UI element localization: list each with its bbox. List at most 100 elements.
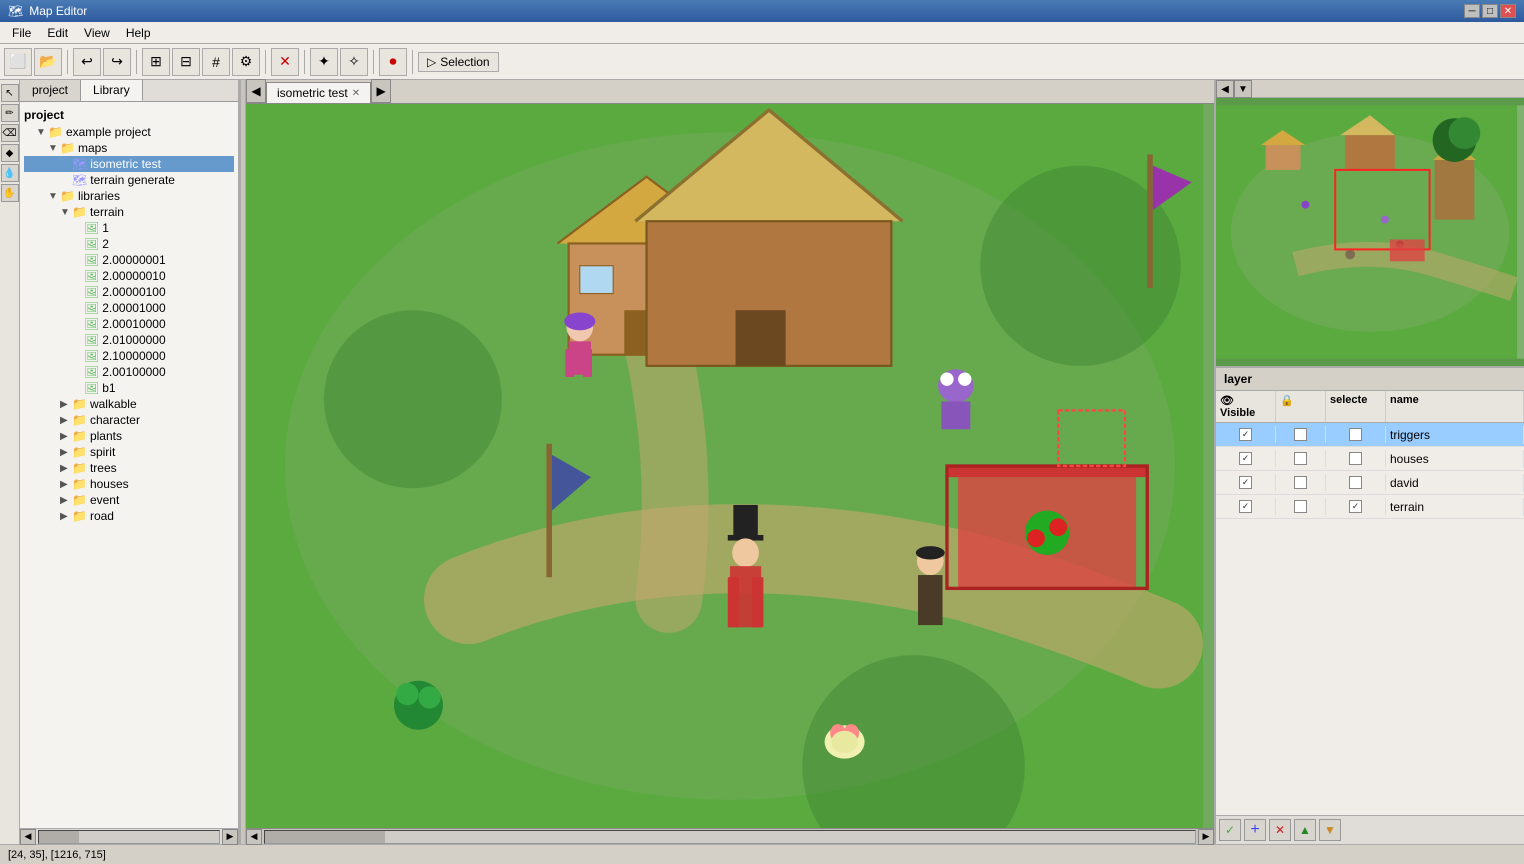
visible-checkbox-triggers[interactable] <box>1239 428 1252 441</box>
tree-item-t4[interactable]: 🖼 2.00000010 <box>24 268 234 284</box>
scroll-track[interactable] <box>38 830 220 844</box>
tree-item-maps[interactable]: ▼ 📁 maps <box>24 140 234 156</box>
layer-visible-houses[interactable] <box>1216 450 1276 467</box>
toolbar-move1[interactable]: ✦ <box>310 48 338 76</box>
menu-help[interactable]: Help <box>118 24 159 42</box>
menu-file[interactable]: File <box>4 24 39 42</box>
scroll-right[interactable]: ▶ <box>222 829 238 845</box>
toolbar-undo[interactable]: ↩ <box>73 48 101 76</box>
tree-item-trees[interactable]: ▶ 📁 trees <box>24 460 234 476</box>
map-hscroll-track[interactable] <box>264 830 1196 844</box>
layer-row-david[interactable]: david <box>1216 471 1524 495</box>
map-hscroll-left[interactable]: ◀ <box>246 829 262 845</box>
map-nav-left[interactable]: ◀ <box>246 79 266 103</box>
layer-select-houses[interactable] <box>1326 450 1386 467</box>
visible-checkbox-david[interactable] <box>1239 476 1252 489</box>
tree-item-plants[interactable]: ▶ 📁 plants <box>24 428 234 444</box>
toolbar-grid1[interactable]: ⊞ <box>142 48 170 76</box>
tree-item-t3[interactable]: 🖼 2.00000001 <box>24 252 234 268</box>
toolbar-hash[interactable]: # <box>202 48 230 76</box>
select-checkbox-terrain[interactable] <box>1349 500 1362 513</box>
layer-add-button[interactable]: + <box>1244 819 1266 841</box>
layer-select-triggers[interactable] <box>1326 426 1386 443</box>
select-checkbox-houses[interactable] <box>1349 452 1362 465</box>
minimap-arrow-down[interactable]: ▼ <box>1234 80 1252 98</box>
minimize-button[interactable]: ─ <box>1464 4 1480 18</box>
tree-item-terrain-generate[interactable]: 🗺 terrain generate <box>24 172 234 188</box>
tool-eraser[interactable]: ⌫ <box>1 124 19 142</box>
tree-item-road[interactable]: ▶ 📁 road <box>24 508 234 524</box>
minimap-arrow-left[interactable]: ◀ <box>1216 80 1234 98</box>
layer-delete-button[interactable]: ✕ <box>1269 819 1291 841</box>
menu-view[interactable]: View <box>76 24 118 42</box>
tree-item-t2[interactable]: 🖼 2 <box>24 236 234 252</box>
tool-select[interactable]: ↖ <box>1 84 19 102</box>
menu-edit[interactable]: Edit <box>39 24 76 42</box>
tree-item-t7[interactable]: 🖼 2.00010000 <box>24 316 234 332</box>
layer-row-triggers[interactable]: triggers <box>1216 423 1524 447</box>
tree-item-t8[interactable]: 🖼 2.01000000 <box>24 332 234 348</box>
map-tab-isometric[interactable]: isometric test ✕ <box>266 82 371 103</box>
layer-select-david[interactable] <box>1326 474 1386 491</box>
layer-checkall-button[interactable]: ✓ <box>1219 819 1241 841</box>
layer-row-houses[interactable]: houses <box>1216 447 1524 471</box>
layer-visible-terrain[interactable] <box>1216 498 1276 515</box>
tree-item-example-project[interactable]: ▼ 📁 example project <box>24 124 234 140</box>
lock-checkbox-triggers[interactable] <box>1294 428 1307 441</box>
toolbar-grid2[interactable]: ⊟ <box>172 48 200 76</box>
layer-lock-terrain[interactable] <box>1276 498 1326 515</box>
tab-library[interactable]: Library <box>81 80 143 101</box>
tree-item-walkable[interactable]: ▶ 📁 walkable <box>24 396 234 412</box>
visible-checkbox-houses[interactable] <box>1239 452 1252 465</box>
tree-item-t5[interactable]: 🖼 2.00000100 <box>24 284 234 300</box>
layer-lock-houses[interactable] <box>1276 450 1326 467</box>
toolbar-settings[interactable]: ⚙ <box>232 48 260 76</box>
layer-lock-david[interactable] <box>1276 474 1326 491</box>
layer-visible-david[interactable] <box>1216 474 1276 491</box>
close-button[interactable]: ✕ <box>1500 4 1516 18</box>
toolbar-move2[interactable]: ✧ <box>340 48 368 76</box>
tree-item-terrain-folder[interactable]: ▼ 📁 terrain <box>24 204 234 220</box>
lock-checkbox-terrain[interactable] <box>1294 500 1307 513</box>
tree-item-character[interactable]: ▶ 📁 character <box>24 412 234 428</box>
toolbar-record[interactable]: ⏺ <box>379 48 407 76</box>
select-checkbox-david[interactable] <box>1349 476 1362 489</box>
layer-lock-triggers[interactable] <box>1276 426 1326 443</box>
layer-select-terrain[interactable] <box>1326 498 1386 515</box>
toolbar-open[interactable]: 📂 <box>34 48 62 76</box>
layer-visible-triggers[interactable] <box>1216 426 1276 443</box>
layer-moveup-button[interactable]: ▲ <box>1294 819 1316 841</box>
map-canvas[interactable] <box>246 104 1214 828</box>
tree-item-houses[interactable]: ▶ 📁 houses <box>24 476 234 492</box>
tree-item-t10[interactable]: 🖼 2.00100000 <box>24 364 234 380</box>
toolbar-selection[interactable]: ▷ Selection <box>418 52 499 72</box>
visible-checkbox-terrain[interactable] <box>1239 500 1252 513</box>
tree-item-event[interactable]: ▶ 📁 event <box>24 492 234 508</box>
layer-row-terrain[interactable]: terrain <box>1216 495 1524 519</box>
tree-item-spirit[interactable]: ▶ 📁 spirit <box>24 444 234 460</box>
tab-project[interactable]: project <box>20 80 81 101</box>
tree-item-t1[interactable]: 🖼 1 <box>24 220 234 236</box>
map-hscroll-right[interactable]: ▶ <box>1198 829 1214 845</box>
toolbar-delete[interactable]: ✕ <box>271 48 299 76</box>
tool-fill[interactable]: ◆ <box>1 144 19 162</box>
minimap[interactable] <box>1216 98 1524 368</box>
tool-hand[interactable]: ✋ <box>1 184 19 202</box>
tree-item-isometric-test[interactable]: 🗺 isometric test <box>24 156 234 172</box>
select-checkbox-triggers[interactable] <box>1349 428 1362 441</box>
map-nav-right[interactable]: ▶ <box>371 79 391 103</box>
layer-movedown-button[interactable]: ▼ <box>1319 819 1341 841</box>
lock-checkbox-david[interactable] <box>1294 476 1307 489</box>
tool-eyedrop[interactable]: 💧 <box>1 164 19 182</box>
maximize-button[interactable]: □ <box>1482 4 1498 18</box>
tree-item-t6[interactable]: 🖼 2.00001000 <box>24 300 234 316</box>
lock-checkbox-houses[interactable] <box>1294 452 1307 465</box>
tree-item-t9[interactable]: 🖼 2.10000000 <box>24 348 234 364</box>
toolbar-new[interactable]: ⬜ <box>4 48 32 76</box>
toolbar-redo[interactable]: ↪ <box>103 48 131 76</box>
map-tab-close[interactable]: ✕ <box>352 88 360 99</box>
tool-pen[interactable]: ✏ <box>1 104 19 122</box>
scroll-left[interactable]: ◀ <box>20 829 36 845</box>
tree-item-t11[interactable]: 🖼 b1 <box>24 380 234 396</box>
tree-item-libraries[interactable]: ▼ 📁 libraries <box>24 188 234 204</box>
